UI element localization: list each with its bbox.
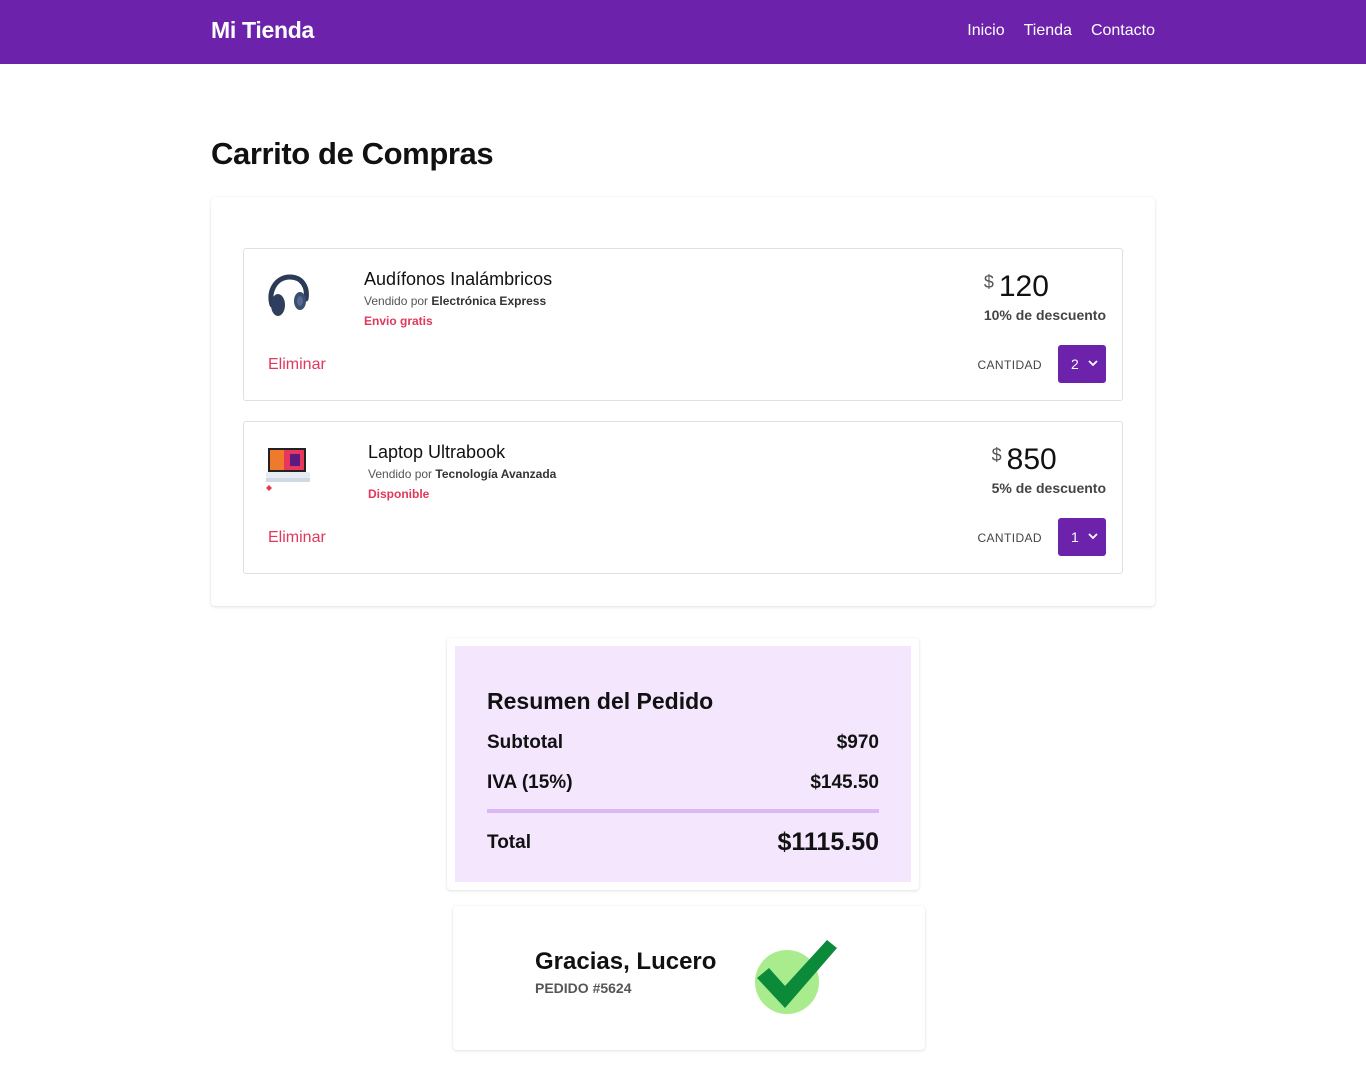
item-name[interactable]: Audífonos Inalámbricos xyxy=(364,269,552,290)
subtotal-row: Subtotal $970 xyxy=(487,732,879,754)
subtotal-label: Subtotal xyxy=(487,732,563,753)
summary-divider xyxy=(487,809,879,813)
nav-link-contacto[interactable]: Contacto xyxy=(1091,22,1155,40)
cart-card: Audífonos Inalámbricos Vendido por Elect… xyxy=(211,197,1155,606)
checkmark-icon xyxy=(755,940,837,1014)
item-name[interactable]: Laptop Ultrabook xyxy=(368,442,556,463)
quantity-label: CANTIDAD xyxy=(977,358,1042,372)
tax-row: IVA (15%) $145.50 xyxy=(487,772,879,794)
chevron-down-icon xyxy=(1088,533,1098,540)
navbar: Mi Tienda Inicio Tienda Contacto xyxy=(0,0,1366,64)
quantity-value: 2 xyxy=(1071,356,1079,372)
seller-name: Electrónica Express xyxy=(431,294,547,308)
nav-links: Inicio Tienda Contacto xyxy=(967,22,1155,40)
laptop-icon xyxy=(266,448,310,491)
subtotal-value: $970 xyxy=(836,732,879,753)
cart-item: Audífonos Inalámbricos Vendido por Elect… xyxy=(243,248,1123,401)
tax-value: $145.50 xyxy=(810,772,879,793)
nav-link-inicio[interactable]: Inicio xyxy=(967,22,1004,40)
brand-logo[interactable]: Mi Tienda xyxy=(211,17,314,44)
discount-label: 5% de descuento xyxy=(991,480,1106,496)
order-summary-card: Resumen del Pedido Subtotal $970 IVA (15… xyxy=(447,638,919,890)
price-block: $ 120 10% de descuento xyxy=(984,269,1106,323)
order-summary-panel: Resumen del Pedido Subtotal $970 IVA (15… xyxy=(455,646,911,882)
seller-prefix: Vendido por xyxy=(368,467,433,481)
total-row: Total $1115.50 xyxy=(487,828,879,857)
currency-symbol: $ xyxy=(983,272,994,292)
shipping-status: Envio gratis xyxy=(364,314,433,328)
discount-label: 10% de descuento xyxy=(983,307,1106,323)
page-title: Carrito de Compras xyxy=(211,136,494,171)
item-price: 120 xyxy=(998,270,1049,303)
tax-label: IVA (15%) xyxy=(487,772,573,793)
quantity-value: 1 xyxy=(1071,529,1079,545)
remove-button[interactable]: Eliminar xyxy=(268,529,326,547)
seller-name: Tecnología Avanzada xyxy=(435,467,557,481)
availability-status: Disponible xyxy=(368,487,430,501)
nav-link-tienda[interactable]: Tienda xyxy=(1024,22,1072,40)
item-seller: Vendido por Electrónica Express xyxy=(364,294,552,308)
quantity-select[interactable]: 1 xyxy=(1058,518,1106,556)
remove-button[interactable]: Eliminar xyxy=(268,356,326,374)
total-label: Total xyxy=(487,831,531,853)
order-number: PEDIDO #5624 xyxy=(535,980,632,996)
thanks-title: Gracias, Lucero xyxy=(535,948,717,975)
headphones-icon xyxy=(268,274,309,316)
item-seller: Vendido por Tecnología Avanzada xyxy=(368,467,556,481)
currency-symbol: $ xyxy=(991,445,1002,465)
quantity-select[interactable]: 2 xyxy=(1058,345,1106,383)
item-info: Laptop Ultrabook Vendido por Tecnología … xyxy=(368,442,556,501)
quantity-label: CANTIDAD xyxy=(977,531,1042,545)
summary-title: Resumen del Pedido xyxy=(487,688,714,714)
price-block: $ 850 5% de descuento xyxy=(992,442,1106,496)
cart-item: Laptop Ultrabook Vendido por Tecnología … xyxy=(243,421,1123,574)
order-confirmation-card: Gracias, Lucero PEDIDO #5624 xyxy=(453,906,925,1050)
item-price: 850 xyxy=(1006,443,1057,476)
seller-prefix: Vendido por xyxy=(364,294,429,308)
total-value: $1115.50 xyxy=(777,828,879,856)
item-info: Audífonos Inalámbricos Vendido por Elect… xyxy=(364,269,552,328)
chevron-down-icon xyxy=(1088,360,1098,367)
